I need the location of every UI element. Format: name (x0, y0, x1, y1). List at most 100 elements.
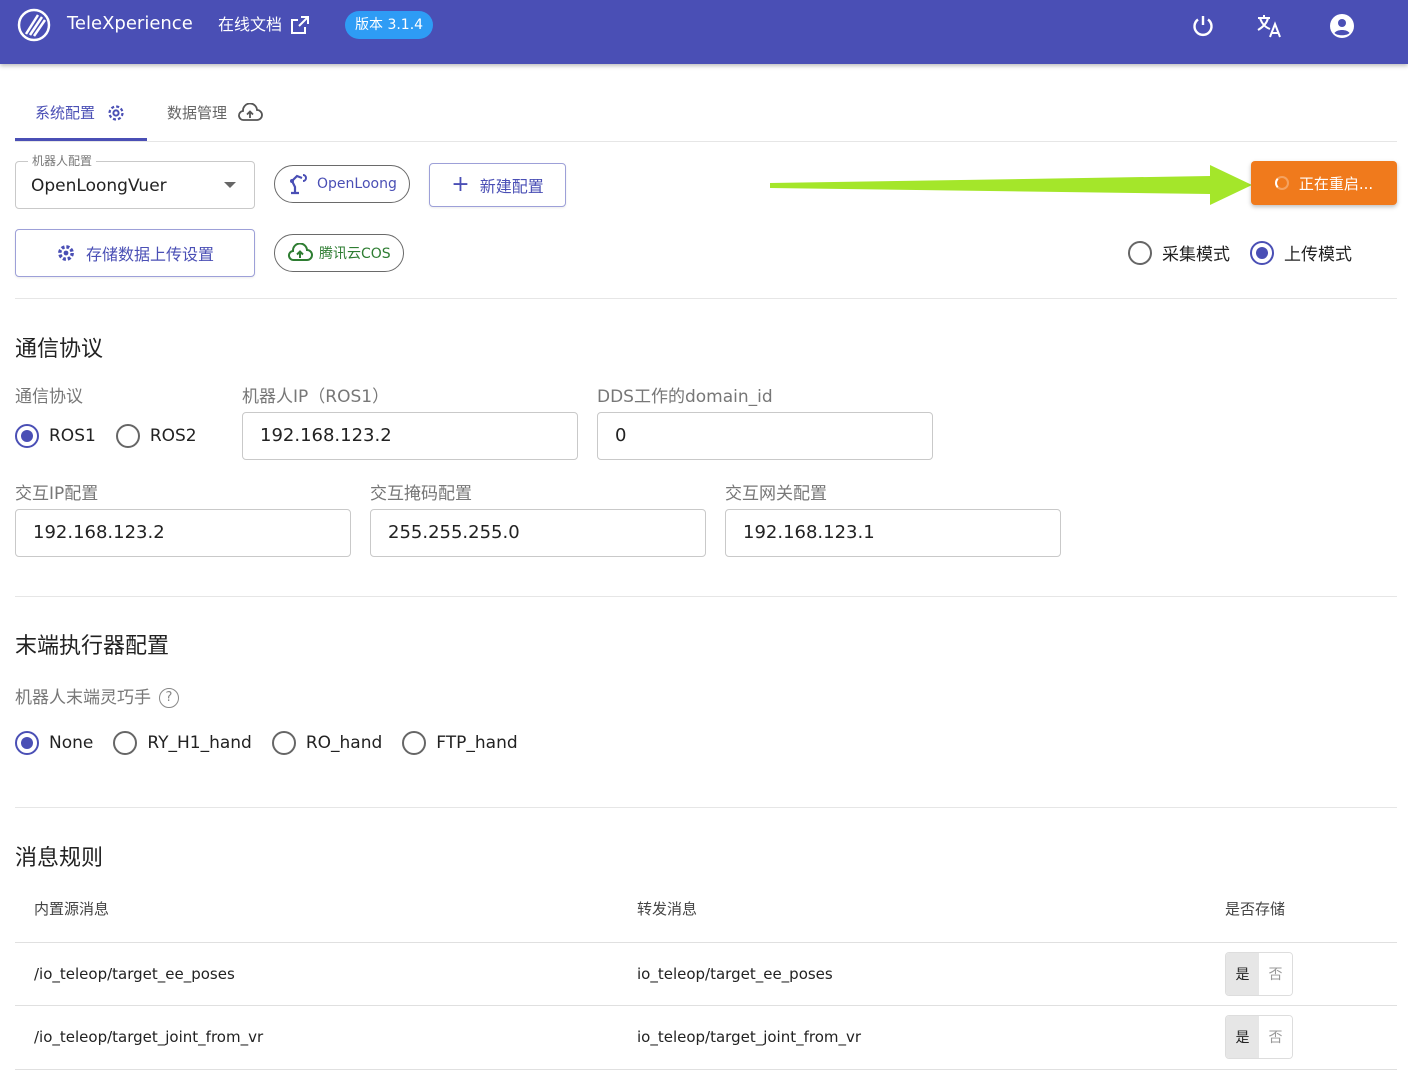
tab-label: 数据管理 (167, 104, 228, 122)
radio-label: RY_H1_hand (147, 733, 252, 753)
tab-data-management[interactable]: 数据管理 (147, 84, 283, 141)
radio-collect-mode[interactable]: 采集模式 (1128, 240, 1230, 265)
robot-ip-input[interactable]: 192.168.123.2 (242, 412, 578, 460)
translate-icon (1257, 15, 1281, 38)
store-toggle: 是 否 (1225, 952, 1293, 996)
annotation-arrow-icon (770, 165, 1252, 205)
table-divider (15, 942, 1397, 943)
radio-unchecked-icon (402, 731, 427, 755)
mode-radio-group: 采集模式 上传模式 (1128, 240, 1372, 265)
gear-icon (108, 104, 124, 121)
section-divider (15, 807, 1397, 808)
robot-arm-icon (290, 174, 307, 195)
robot-config-value: OpenLoongVuer (31, 176, 167, 196)
table-header-store: 是否存储 (1225, 900, 1286, 918)
tabs-divider (15, 141, 1397, 142)
effector-section-title: 末端执行器配置 (15, 634, 170, 659)
rules-section-title: 消息规则 (15, 846, 104, 871)
plus-icon: + (451, 172, 470, 197)
app-title: TeleXperience (67, 13, 193, 34)
app-logo-icon (17, 8, 51, 42)
radio-unchecked-icon (271, 731, 296, 755)
store-no-button[interactable]: 否 (1259, 1016, 1292, 1058)
dds-domain-input[interactable]: 0 (597, 412, 933, 460)
robot-config-label: 机器人配置 (28, 153, 97, 169)
power-button[interactable] (1189, 12, 1217, 40)
radio-label: 采集模式 (1162, 245, 1230, 265)
account-button[interactable] (1328, 12, 1356, 40)
radio-hand-none[interactable]: None (15, 731, 93, 755)
tencent-cos-chip[interactable]: 腾讯云COS (274, 234, 404, 272)
loading-spinner-icon (1274, 176, 1289, 190)
main-tabs: 系统配置 数据管理 (15, 84, 283, 141)
restart-label: 正在重启... (1298, 174, 1374, 193)
interaction-ip-input[interactable]: 192.168.123.2 (15, 509, 351, 557)
gear-icon (58, 245, 74, 261)
radio-unchecked-icon (113, 731, 138, 755)
external-link-icon (291, 16, 310, 34)
hand-radio-group: None RY_H1_hand RO_hand FTP_hand (15, 731, 538, 755)
store-toggle: 是 否 (1225, 1015, 1293, 1059)
account-icon (1330, 14, 1354, 38)
interaction-ip-label: 交互IP配置 (15, 484, 99, 504)
openloong-chip[interactable]: OpenLoong (274, 165, 410, 203)
hand-label-row: 机器人末端灵巧手? (15, 686, 179, 710)
store-no-button[interactable]: 否 (1259, 953, 1292, 995)
interaction-gateway-label: 交互网关配置 (725, 484, 827, 504)
interaction-gateway-input[interactable]: 192.168.123.1 (725, 509, 1061, 557)
radio-label: 上传模式 (1284, 245, 1352, 265)
docs-link[interactable]: 在线文档 (218, 13, 310, 37)
row-forward: io_teleop/target_ee_poses (637, 965, 833, 983)
dropdown-arrow-icon (224, 182, 236, 188)
new-config-button[interactable]: + 新建配置 (429, 163, 566, 207)
table-divider (15, 1069, 1397, 1070)
row-source: /io_teleop/target_ee_poses (34, 965, 235, 983)
protocol-label: 通信协议 (15, 387, 83, 407)
radio-unchecked-icon (1128, 240, 1152, 265)
cloud-upload-icon (287, 243, 313, 261)
radio-label: None (49, 733, 94, 753)
openloong-chip-label: OpenLoong (317, 176, 397, 192)
dds-domain-label: DDS工作的domain_id (597, 387, 773, 407)
storage-upload-label: 存储数据上传设置 (85, 245, 214, 264)
table-header-source: 内置源消息 (34, 900, 110, 918)
new-config-label: 新建配置 (479, 177, 544, 196)
interaction-mask-input[interactable]: 255.255.255.0 (370, 509, 706, 557)
tencent-cos-label: 腾讯云COS (319, 246, 391, 262)
cloud-upload-icon (238, 102, 263, 121)
docs-link-label: 在线文档 (218, 15, 283, 34)
help-icon[interactable]: ? (159, 688, 179, 708)
language-button[interactable] (1256, 12, 1284, 40)
radio-checked-icon (15, 424, 39, 448)
radio-hand-ro[interactable]: RO_hand (271, 731, 383, 755)
row-source: /io_teleop/target_joint_from_vr (34, 1028, 264, 1046)
store-yes-button[interactable]: 是 (1226, 1016, 1259, 1058)
robot-config-select[interactable]: 机器人配置 OpenLoongVuer (15, 153, 255, 209)
radio-checked-icon (1250, 240, 1274, 265)
storage-upload-settings-button[interactable]: 存储数据上传设置 (15, 229, 255, 277)
interaction-mask-label: 交互掩码配置 (370, 484, 472, 504)
restart-button[interactable]: 正在重启... (1251, 161, 1397, 205)
protocol-radio-group: ROS1 ROS2 (15, 424, 217, 448)
radio-hand-ftp[interactable]: FTP_hand (402, 731, 518, 755)
table-divider (15, 1005, 1397, 1006)
version-badge: 版本 3.1.4 (345, 11, 434, 39)
radio-label: RO_hand (305, 733, 383, 753)
comm-section-title: 通信协议 (15, 337, 104, 362)
store-yes-button[interactable]: 是 (1226, 953, 1259, 995)
row-forward: io_teleop/target_joint_from_vr (637, 1028, 862, 1046)
radio-unchecked-icon (115, 424, 140, 448)
table-header-forward: 转发消息 (637, 900, 698, 918)
radio-label: FTP_hand (436, 733, 518, 753)
radio-ros1[interactable]: ROS1 (15, 424, 96, 448)
radio-checked-icon (15, 731, 39, 755)
radio-label: ROS1 (49, 426, 96, 446)
tab-system-config[interactable]: 系统配置 (15, 84, 148, 141)
tab-label: 系统配置 (35, 104, 96, 122)
power-icon (1193, 16, 1213, 37)
app-header: TeleXperience 在线文档 版本 3.1.4 (0, 0, 1408, 64)
section-divider (15, 298, 1397, 299)
radio-hand-ry-h1[interactable]: RY_H1_hand (113, 731, 252, 755)
radio-upload-mode[interactable]: 上传模式 (1250, 240, 1352, 265)
radio-ros2[interactable]: ROS2 (115, 424, 197, 448)
